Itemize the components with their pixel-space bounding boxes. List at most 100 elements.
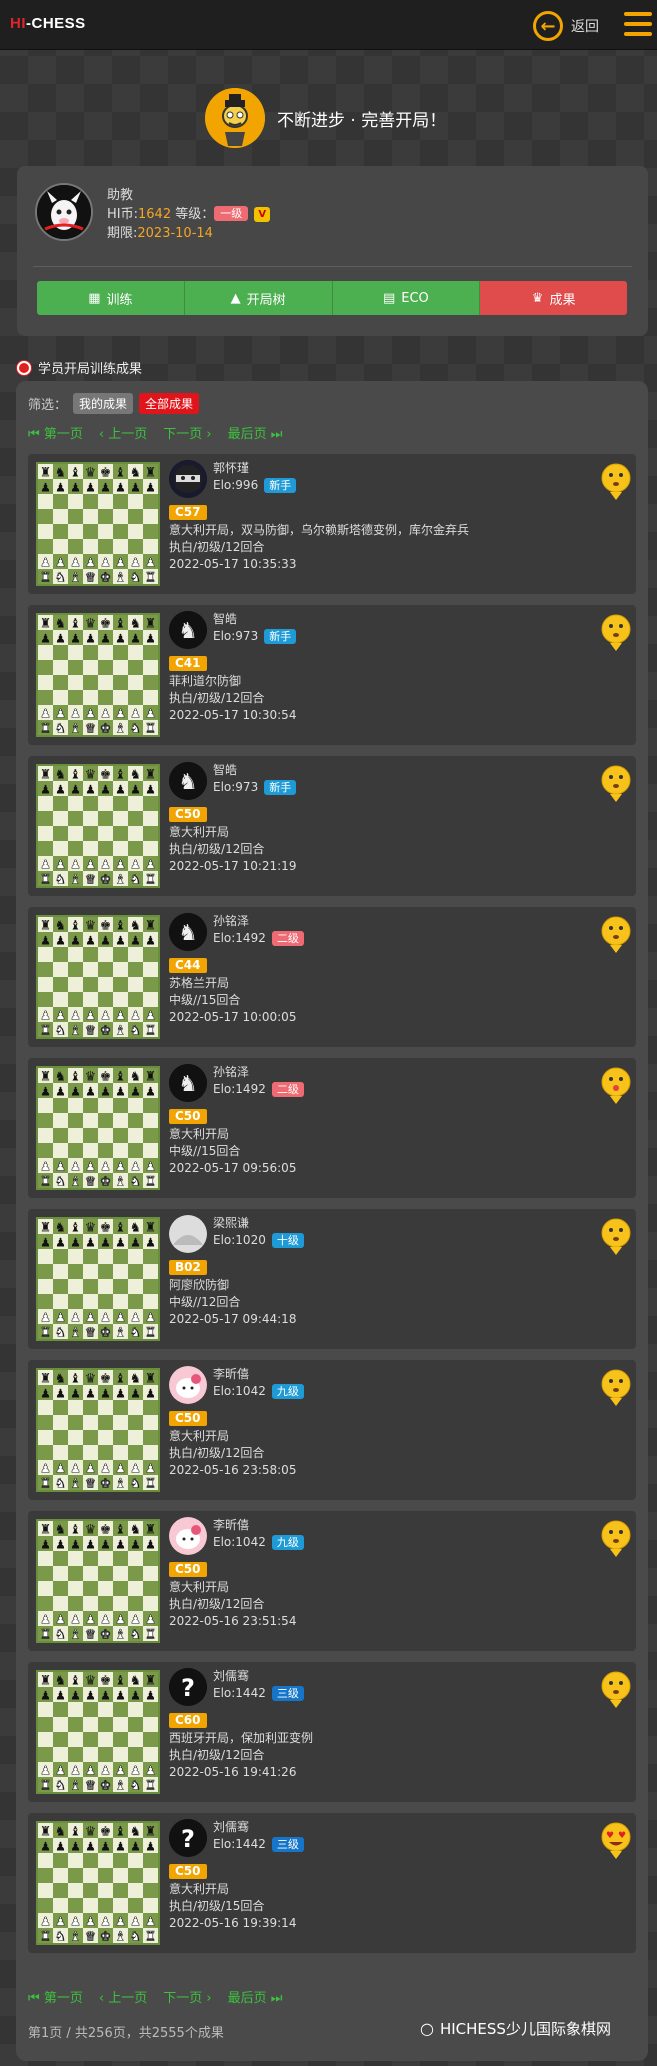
student-name[interactable]: 李昕僖 xyxy=(213,1517,249,1533)
svg-text:♞: ♞ xyxy=(55,1673,66,1688)
chess-board-thumbnail[interactable]: ♜♟♟♜♞♟♟♞♝♟♟♝♛♟♟♛♚♟♟♚♝♟♟♝♞♟♟♞♜♟♟♜ xyxy=(36,1670,160,1794)
svg-text:♜: ♜ xyxy=(145,767,156,782)
svg-text:♟: ♟ xyxy=(55,1084,66,1098)
svg-text:♞: ♞ xyxy=(130,1673,141,1688)
student-elo: Elo:1442 三级 xyxy=(213,1685,304,1701)
svg-text:♝: ♝ xyxy=(115,570,126,584)
svg-text:♝: ♝ xyxy=(70,1069,81,1084)
tab-eco[interactable]: ▤ ECO xyxy=(332,281,481,315)
svg-text:♞: ♞ xyxy=(55,1476,66,1490)
filter-all-button[interactable]: 全部成果 xyxy=(139,393,200,414)
first-page-link[interactable]: ⏮ 第一页 xyxy=(28,423,83,442)
svg-text:?: ? xyxy=(181,1674,195,1702)
chess-board-thumbnail[interactable]: ♜♟♟♜♞♟♟♞♝♟♟♝♛♟♟♛♚♟♟♚♝♟♟♝♞♟♟♞♜♟♟♜ xyxy=(36,1368,160,1492)
tab-results[interactable]: ♛ 成果 xyxy=(480,281,627,315)
logo[interactable]: HI-CHESS xyxy=(10,15,86,32)
student-name[interactable]: 梁熙谦 xyxy=(213,1215,249,1231)
svg-text:♛: ♛ xyxy=(85,1522,96,1537)
record-card[interactable]: ♜♟♟♜♞♟♟♞♝♟♟♝♛♟♟♛♚♟♟♚♝♟♟♝♞♟♟♞♜♟♟♜♞智皓Elo:9… xyxy=(28,605,636,745)
svg-text:♟: ♟ xyxy=(55,1235,66,1249)
last-page-link[interactable]: 最后页 ⏭ xyxy=(228,1987,283,2006)
prev-page-link[interactable]: ‹ 上一页 xyxy=(99,1987,147,2006)
svg-text:♜: ♜ xyxy=(40,1220,51,1235)
tab-opening-tree[interactable]: ▲ 开局树 xyxy=(184,281,333,315)
svg-text:♟: ♟ xyxy=(100,1159,111,1173)
next-page-link[interactable]: 下一页 › xyxy=(163,423,211,442)
student-name[interactable]: 郭怀瑾 xyxy=(213,460,249,476)
svg-text:♟: ♟ xyxy=(70,1386,81,1400)
record-card[interactable]: ♜♟♟♜♞♟♟♞♝♟♟♝♛♟♟♛♚♟♟♚♝♟♟♝♞♟♟♞♜♟♟♜♞孙铭泽Elo:… xyxy=(28,1058,636,1198)
watermark: ○ HICHESS少儿国际象棋网 xyxy=(420,2019,611,2038)
svg-text:♟: ♟ xyxy=(115,1159,126,1173)
svg-text:♟: ♟ xyxy=(115,1310,126,1324)
svg-text:♟: ♟ xyxy=(85,1235,96,1249)
training-mode: 执白/初级/12回合 xyxy=(169,540,265,554)
record-card[interactable]: ♜♟♟♜♞♟♟♞♝♟♟♝♛♟♟♛♚♟♟♚♝♟♟♝♞♟♟♞♜♟♟♜李昕僖Elo:1… xyxy=(28,1360,636,1500)
svg-text:♚: ♚ xyxy=(100,1174,111,1188)
svg-text:♞: ♞ xyxy=(130,616,141,631)
filter-bar: 筛选： 我的成果 全部成果 xyxy=(28,393,200,414)
record-card[interactable]: ♜♟♟♜♞♟♟♞♝♟♟♝♛♟♟♛♚♟♟♚♝♟♟♝♞♟♟♞♜♟♟♜?刘儒骞Elo:… xyxy=(28,1662,636,1802)
back-button[interactable]: ← 返回 xyxy=(533,11,599,41)
first-page-link[interactable]: ⏮ 第一页 xyxy=(28,1987,83,2006)
svg-text:♜: ♜ xyxy=(145,1371,156,1386)
svg-text:♟: ♟ xyxy=(85,1537,96,1551)
student-name[interactable]: 刘儒骞 xyxy=(213,1819,249,1835)
chess-board-thumbnail[interactable]: ♜♟♟♜♞♟♟♞♝♟♟♝♛♟♟♛♚♟♟♚♝♟♟♝♞♟♟♞♜♟♟♜ xyxy=(36,462,160,586)
svg-text:♛: ♛ xyxy=(85,1220,96,1235)
svg-text:♜: ♜ xyxy=(40,1627,51,1641)
chess-board-thumbnail[interactable]: ♜♟♟♜♞♟♟♞♝♟♟♝♛♟♟♛♚♟♟♚♝♟♟♝♞♟♟♞♜♟♟♜ xyxy=(36,613,160,737)
svg-text:♟: ♟ xyxy=(100,706,111,720)
prev-page-link[interactable]: ‹ 上一页 xyxy=(99,423,147,442)
svg-text:♟: ♟ xyxy=(70,706,81,720)
chess-board-thumbnail[interactable]: ♜♟♟♜♞♟♟♞♝♟♟♝♛♟♟♛♚♟♟♚♝♟♟♝♞♟♟♞♜♟♟♜ xyxy=(36,1217,160,1341)
record-card[interactable]: ♜♟♟♜♞♟♟♞♝♟♟♝♛♟♟♛♚♟♟♚♝♟♟♝♞♟♟♞♜♟♟♜?刘儒骞Elo:… xyxy=(28,1813,636,1953)
student-name[interactable]: 孙铭泽 xyxy=(213,1064,249,1080)
svg-text:♟: ♟ xyxy=(70,1914,81,1928)
menu-icon[interactable] xyxy=(624,12,652,38)
svg-text:♟: ♟ xyxy=(40,1914,51,1928)
chess-board-thumbnail[interactable]: ♜♟♟♜♞♟♟♞♝♟♟♝♛♟♟♛♚♟♟♚♝♟♟♝♞♟♟♞♜♟♟♜ xyxy=(36,1066,160,1190)
svg-text:♛: ♛ xyxy=(85,1069,96,1084)
svg-text:♝: ♝ xyxy=(115,1325,126,1339)
record-card[interactable]: ♜♟♟♜♞♟♟♞♝♟♟♝♛♟♟♛♚♟♟♚♝♟♟♝♞♟♟♞♜♟♟♜郭怀瑾Elo:9… xyxy=(28,454,636,594)
svg-text:♞: ♞ xyxy=(178,770,198,795)
svg-text:♞: ♞ xyxy=(130,1220,141,1235)
student-name[interactable]: 孙铭泽 xyxy=(213,913,249,929)
svg-text:♟: ♟ xyxy=(70,1688,81,1702)
training-mode: 执白/初级/15回合 xyxy=(169,1899,265,1913)
svg-text:♟: ♟ xyxy=(145,706,156,720)
svg-text:♚: ♚ xyxy=(100,1220,111,1235)
svg-text:♟: ♟ xyxy=(130,1461,141,1475)
student-name[interactable]: 刘儒骞 xyxy=(213,1668,249,1684)
svg-text:♝: ♝ xyxy=(70,1371,81,1386)
record-card[interactable]: ♜♟♟♜♞♟♟♞♝♟♟♝♛♟♟♛♚♟♟♚♝♟♟♝♞♟♟♞♜♟♟♜梁熙谦Elo:1… xyxy=(28,1209,636,1349)
chess-board-thumbnail[interactable]: ♜♟♟♜♞♟♟♞♝♟♟♝♛♟♟♛♚♟♟♚♝♟♟♝♞♟♟♞♜♟♟♜ xyxy=(36,1821,160,1945)
record-card[interactable]: ♜♟♟♜♞♟♟♞♝♟♟♝♛♟♟♛♚♟♟♚♝♟♟♝♞♟♟♞♜♟♟♜♞孙铭泽Elo:… xyxy=(28,907,636,1047)
svg-text:♚: ♚ xyxy=(100,616,111,631)
wechat-icon: ○ xyxy=(420,2019,434,2038)
svg-text:♟: ♟ xyxy=(130,1688,141,1702)
svg-text:♟: ♟ xyxy=(40,1839,51,1853)
svg-text:♟: ♟ xyxy=(40,631,51,645)
eco-badge: C50 xyxy=(169,1562,207,1577)
last-page-link[interactable]: 最后页 ⏭ xyxy=(228,423,283,442)
next-page-link[interactable]: 下一页 › xyxy=(163,1987,211,2006)
svg-text:♝: ♝ xyxy=(115,616,126,631)
svg-text:♛: ♛ xyxy=(85,1778,96,1792)
svg-text:♞: ♞ xyxy=(178,619,198,644)
chess-board-thumbnail[interactable]: ♜♟♟♜♞♟♟♞♝♟♟♝♛♟♟♛♚♟♟♚♝♟♟♝♞♟♟♞♜♟♟♜ xyxy=(36,915,160,1039)
svg-text:♟: ♟ xyxy=(85,857,96,871)
tab-training[interactable]: ▦ 训练 xyxy=(37,281,185,315)
record-card[interactable]: ♜♟♟♜♞♟♟♞♝♟♟♝♛♟♟♛♚♟♟♚♝♟♟♝♞♟♟♞♜♟♟♜♞智皓Elo:9… xyxy=(28,756,636,896)
filter-mine-button[interactable]: 我的成果 xyxy=(73,393,134,414)
student-name[interactable]: 智皓 xyxy=(213,611,237,627)
student-name[interactable]: 李昕僖 xyxy=(213,1366,249,1382)
svg-text:♟: ♟ xyxy=(145,1688,156,1702)
chess-board-thumbnail[interactable]: ♜♟♟♜♞♟♟♞♝♟♟♝♛♟♟♛♚♟♟♚♝♟♟♝♞♟♟♞♜♟♟♜ xyxy=(36,764,160,888)
student-name[interactable]: 智皓 xyxy=(213,762,237,778)
chess-board-thumbnail[interactable]: ♜♟♟♜♞♟♟♞♝♟♟♝♛♟♟♛♚♟♟♚♝♟♟♝♞♟♟♞♜♟♟♜ xyxy=(36,1519,160,1643)
svg-text:♜: ♜ xyxy=(40,1824,51,1839)
record-card[interactable]: ♜♟♟♜♞♟♟♞♝♟♟♝♛♟♟♛♚♟♟♚♝♟♟♝♞♟♟♞♜♟♟♜李昕僖Elo:1… xyxy=(28,1511,636,1651)
record-date: 2022-05-17 09:44:18 xyxy=(169,1312,297,1326)
